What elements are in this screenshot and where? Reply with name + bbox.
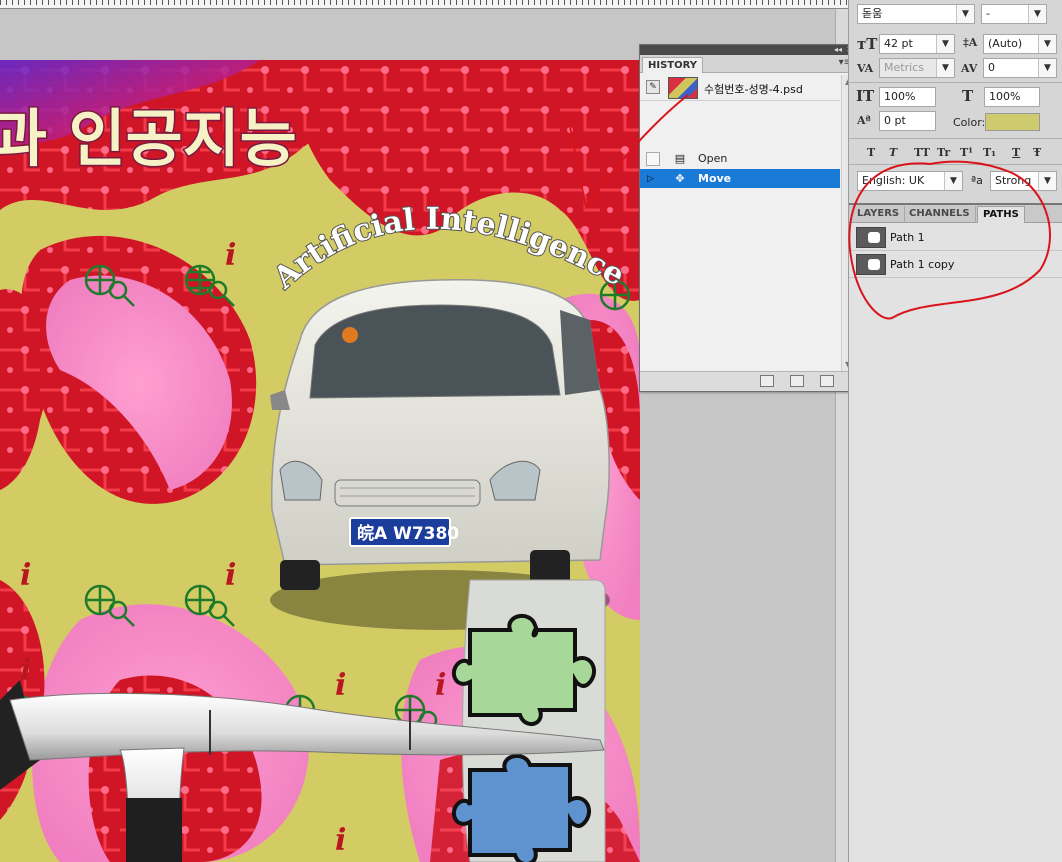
history-brush-checkbox[interactable] [646, 152, 660, 166]
font-size-value: 42 pt [884, 37, 913, 50]
baseline-shift-value: 0 pt [884, 114, 906, 127]
font-size-select[interactable]: 42 pt ▼ [879, 34, 955, 54]
tab-paths[interactable]: PATHS [977, 206, 1025, 223]
history-footer [640, 371, 856, 391]
kerning-value: Metrics [884, 61, 924, 74]
vertical-scale-icon: IT [856, 87, 875, 105]
canvas-i-letter: i [20, 558, 31, 593]
tracking-select[interactable]: 0 ▼ [983, 58, 1057, 78]
horizontal-ruler [0, 0, 848, 9]
canvas-i-letter: i [225, 558, 236, 593]
snapshot-thumbnail [668, 77, 698, 99]
tab-history[interactable]: HISTORY [642, 57, 704, 73]
text-color-swatch[interactable] [985, 113, 1040, 131]
horizontal-scale-value: 100% [989, 90, 1021, 103]
kerning-icon: VA [857, 62, 874, 75]
snapshot-name: 수험번호-성명-4.psd [704, 83, 803, 96]
vertical-scale-input[interactable]: 100% [879, 87, 936, 107]
baseline-shift-input[interactable]: 0 pt [879, 111, 936, 131]
path-name: Path 1 copy [890, 258, 955, 271]
collapse-icon[interactable]: ◂◂ [834, 45, 842, 55]
anti-alias-select[interactable]: Strong ▼ [990, 171, 1057, 191]
faux-italic-button[interactable]: T [889, 146, 897, 159]
history-panel[interactable]: ◂◂ ✕ HISTORY ▾≡ ✎ 수험번호-성명-4.psd ▤ Open ▷… [639, 44, 857, 392]
subscript-button[interactable]: T₁ [983, 146, 996, 159]
new-snapshot-icon[interactable] [790, 375, 804, 387]
chevron-down-icon[interactable]: ▼ [1028, 5, 1046, 23]
leading-icon: ‡A [963, 36, 978, 49]
history-item-label: Open [698, 152, 728, 165]
path-name: Path 1 [890, 231, 925, 244]
horizontal-scale-input[interactable]: 100% [984, 87, 1040, 107]
small-caps-button[interactable]: Tr [937, 146, 950, 159]
canvas-i-letter: i [20, 653, 31, 688]
chevron-down-icon[interactable]: ▼ [936, 59, 954, 77]
tab-layers[interactable]: LAYERS [849, 206, 906, 223]
font-size-icon: ᴛT [857, 35, 878, 53]
chevron-down-icon[interactable]: ▼ [956, 5, 974, 23]
canvas-heading: 과 인공지능 [0, 102, 297, 175]
tracking-icon: AV [961, 62, 978, 75]
history-brush-source-icon[interactable]: ✎ [646, 80, 660, 94]
new-document-from-state-icon[interactable] [760, 375, 774, 387]
divider [849, 82, 1062, 83]
history-item-label: Move [698, 172, 732, 185]
move-tool-icon: ✥ [675, 172, 685, 185]
panel-tab-row: LAYERS CHANNELS PATHS [849, 205, 1062, 223]
paths-panel: LAYERS CHANNELS PATHS Path 1 Path 1 copy [849, 203, 1062, 862]
font-style-select[interactable]: - ▼ [981, 4, 1047, 24]
language-value: English: UK [862, 174, 925, 187]
font-family-value: 돋움 [862, 7, 883, 20]
language-select[interactable]: English: UK ▼ [857, 171, 963, 191]
font-family-select[interactable]: 돋움 ▼ [857, 4, 975, 24]
history-item-move[interactable]: ▷ ✥ Move [640, 169, 840, 188]
superscript-button[interactable]: T¹ [960, 146, 973, 159]
canvas-i-letter: i [225, 238, 236, 273]
path-thumbnail [856, 227, 886, 248]
faux-bold-button[interactable]: T [867, 146, 875, 159]
kerning-select[interactable]: Metrics ▼ [879, 58, 955, 78]
tracking-value: 0 [988, 61, 995, 74]
document-icon: ▤ [674, 152, 686, 165]
history-state-pointer-icon[interactable]: ▷ [646, 172, 660, 186]
path-row[interactable]: Path 1 copy [849, 251, 1062, 278]
license-plate: 皖A W7380 [357, 523, 459, 544]
chevron-down-icon[interactable]: ▼ [1038, 172, 1056, 190]
horizontal-scale-icon: T [962, 87, 974, 105]
canvas-i-letter: i [335, 668, 346, 703]
history-item-open[interactable]: ▤ Open [640, 149, 840, 168]
divider [849, 164, 1062, 165]
panel-title-bar[interactable]: ◂◂ ✕ [640, 45, 856, 55]
leading-select[interactable]: (Auto) ▼ [983, 34, 1057, 54]
history-tab-row: HISTORY ▾≡ [640, 55, 856, 73]
path-row[interactable]: Path 1 [849, 224, 1062, 251]
font-style-value: - [986, 7, 990, 20]
canvas-artwork: i i i i i i i 과 인공지능 Artificial Intellig… [0, 60, 640, 862]
path-thumbnail [856, 254, 886, 275]
tab-channels[interactable]: CHANNELS [904, 206, 976, 223]
anti-alias-icon: ªa [971, 174, 983, 187]
underline-button[interactable]: T [1012, 146, 1020, 159]
leading-value: (Auto) [988, 37, 1023, 50]
history-snapshot[interactable]: ✎ 수험번호-성명-4.psd [640, 75, 840, 101]
chevron-down-icon[interactable]: ▼ [1038, 35, 1056, 53]
canvas-i-letter: i [335, 823, 346, 858]
chevron-down-icon[interactable]: ▼ [1038, 59, 1056, 77]
all-caps-button[interactable]: TT [914, 146, 930, 159]
color-label: Color: [953, 116, 986, 129]
document-canvas[interactable]: i i i i i i i 과 인공지능 Artificial Intellig… [0, 60, 640, 862]
chevron-down-icon[interactable]: ▼ [944, 172, 962, 190]
canvas-i-letter: i [435, 668, 446, 703]
vertical-scale-value: 100% [884, 90, 916, 103]
baseline-shift-icon: Aª [857, 114, 871, 127]
divider [849, 138, 1062, 139]
chevron-down-icon[interactable]: ▼ [936, 35, 954, 53]
trash-icon[interactable] [820, 375, 834, 387]
anti-alias-value: Strong [995, 174, 1032, 187]
strikethrough-button[interactable]: Ŧ [1033, 146, 1041, 159]
